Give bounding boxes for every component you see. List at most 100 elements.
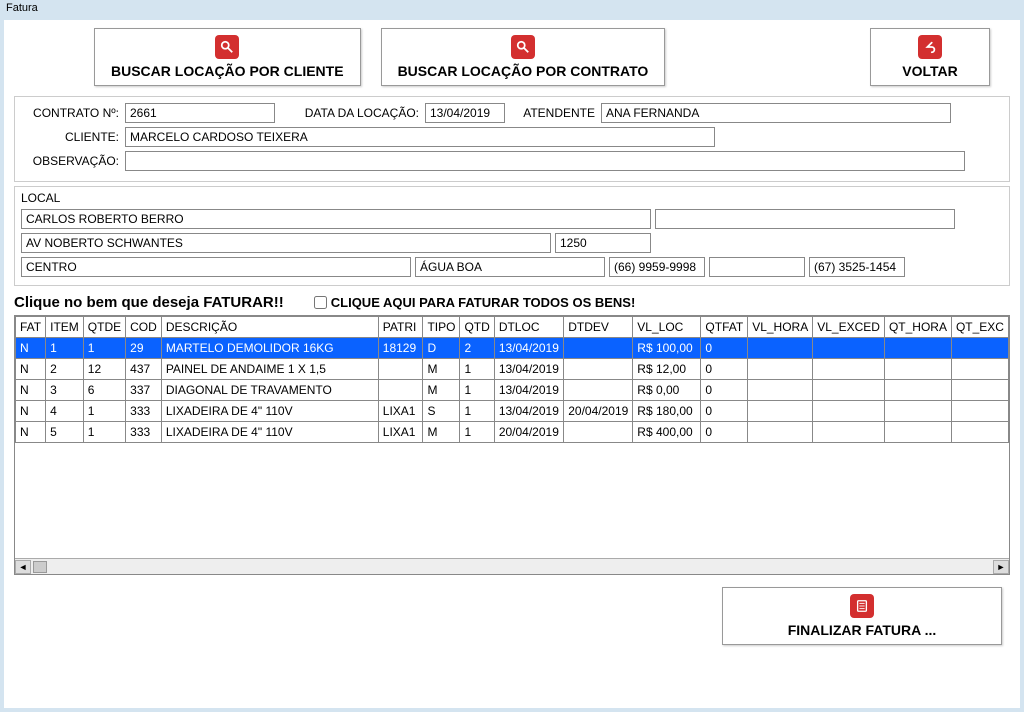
cell-dtdev: [564, 380, 633, 401]
cliente-label: CLIENTE:: [23, 130, 119, 144]
cell-item: 2: [46, 359, 84, 380]
cell-fat: N: [16, 338, 46, 359]
col-qthora[interactable]: QT_HORA: [884, 317, 951, 338]
cliente-input[interactable]: [125, 127, 715, 147]
cell-dtdev: [564, 422, 633, 443]
buscar-por-contrato-button[interactable]: BUSCAR LOCAÇÃO POR CONTRATO: [381, 28, 666, 86]
cell-qtexc: [951, 380, 1008, 401]
faturar-todos-checkbox[interactable]: [314, 296, 327, 309]
table-row[interactable]: N212437PAINEL DE ANDAIME 1 X 1,5M113/04/…: [16, 359, 1009, 380]
cell-vlloc: R$ 12,00: [633, 359, 701, 380]
document-icon: [850, 594, 874, 618]
obs-input[interactable]: [125, 151, 965, 171]
col-vlexced[interactable]: VL_EXCED: [813, 317, 885, 338]
cell-vlexced: [813, 380, 885, 401]
table-row[interactable]: N1129MARTELO DEMOLIDOR 16KG18129D213/04/…: [16, 338, 1009, 359]
cell-item: 4: [46, 401, 84, 422]
cell-dtloc: 13/04/2019: [494, 338, 563, 359]
local-nome-input[interactable]: [21, 209, 651, 229]
scroll-left-icon[interactable]: ◄: [15, 560, 31, 574]
local-extra-input[interactable]: [655, 209, 955, 229]
cell-qtfat: 0: [701, 380, 748, 401]
table-row[interactable]: N36337DIAGONAL DE TRAVAMENTOM113/04/2019…: [16, 380, 1009, 401]
col-desc[interactable]: DESCRIÇÃO: [161, 317, 378, 338]
local-bairro-input[interactable]: [21, 257, 411, 277]
cell-qtexc: [951, 401, 1008, 422]
cell-dtloc: 13/04/2019: [494, 359, 563, 380]
local-cidade-input[interactable]: [415, 257, 605, 277]
cell-dtdev: 20/04/2019: [564, 401, 633, 422]
local-fone2-input[interactable]: [709, 257, 805, 277]
col-dtdev[interactable]: DTDEV: [564, 317, 633, 338]
cell-qtd: 1: [460, 401, 494, 422]
cell-vlexced: [813, 401, 885, 422]
cell-qtde: 1: [83, 422, 125, 443]
table-row[interactable]: N41333LIXADEIRA DE 4" 110VLIXA1S113/04/2…: [16, 401, 1009, 422]
buscar-por-cliente-button[interactable]: BUSCAR LOCAÇÃO POR CLIENTE: [94, 28, 361, 86]
cell-cod: 337: [126, 380, 162, 401]
cell-patri: LIXA1: [378, 422, 423, 443]
cell-desc: PAINEL DE ANDAIME 1 X 1,5: [161, 359, 378, 380]
cell-desc: LIXADEIRA DE 4" 110V: [161, 422, 378, 443]
data-input[interactable]: [425, 103, 505, 123]
cell-vlhora: [748, 359, 813, 380]
cell-dtloc: 20/04/2019: [494, 422, 563, 443]
col-qtfat[interactable]: QTFAT: [701, 317, 748, 338]
cell-qtfat: 0: [701, 401, 748, 422]
col-vlloc[interactable]: VL_LOC: [633, 317, 701, 338]
obs-label: OBSERVAÇÃO:: [23, 154, 119, 168]
local-section: LOCAL: [14, 186, 1010, 286]
cell-vlloc: R$ 100,00: [633, 338, 701, 359]
cell-qthora: [884, 359, 951, 380]
col-vlhora[interactable]: VL_HORA: [748, 317, 813, 338]
items-table[interactable]: FATITEMQTDECODDESCRIÇÃOPATRITIPOQTDDTLOC…: [15, 316, 1009, 443]
cell-vlexced: [813, 422, 885, 443]
atendente-label: ATENDENTE: [515, 106, 595, 120]
col-dtloc[interactable]: DTLOC: [494, 317, 563, 338]
data-label: DATA DA LOCAÇÃO:: [289, 106, 419, 120]
cell-qtd: 1: [460, 359, 494, 380]
cell-vlhora: [748, 401, 813, 422]
col-patri[interactable]: PATRI: [378, 317, 423, 338]
cell-qtexc: [951, 338, 1008, 359]
col-item[interactable]: ITEM: [46, 317, 84, 338]
table-row[interactable]: N51333LIXADEIRA DE 4" 110VLIXA1M120/04/2…: [16, 422, 1009, 443]
cell-tipo: M: [423, 359, 460, 380]
button-label: FINALIZAR FATURA ...: [788, 622, 937, 638]
checkbox-label: CLIQUE AQUI PARA FATURAR TODOS OS BENS!: [331, 295, 636, 310]
cell-qtexc: [951, 422, 1008, 443]
col-qtexc[interactable]: QT_EXC: [951, 317, 1008, 338]
local-fone3-input[interactable]: [809, 257, 905, 277]
finalizar-fatura-button[interactable]: FINALIZAR FATURA ...: [722, 587, 1002, 645]
instruction-row: Clique no bem que deseja FATURAR!! CLIQU…: [14, 294, 1010, 311]
cell-dtdev: [564, 338, 633, 359]
cell-vlloc: R$ 400,00: [633, 422, 701, 443]
search-icon: [511, 35, 535, 59]
local-fone1-input[interactable]: [609, 257, 705, 277]
window-title: Fatura: [0, 0, 1024, 16]
col-qtd[interactable]: QTD: [460, 317, 494, 338]
cell-tipo: D: [423, 338, 460, 359]
cell-patri: [378, 359, 423, 380]
cell-desc: DIAGONAL DE TRAVAMENTO: [161, 380, 378, 401]
col-qtde[interactable]: QTDE: [83, 317, 125, 338]
cell-qtexc: [951, 359, 1008, 380]
cell-cod: 29: [126, 338, 162, 359]
cell-patri: [378, 380, 423, 401]
cell-tipo: M: [423, 380, 460, 401]
local-num-input[interactable]: [555, 233, 651, 253]
cell-qtd: 2: [460, 338, 494, 359]
scroll-right-icon[interactable]: ►: [993, 560, 1009, 574]
col-cod[interactable]: COD: [126, 317, 162, 338]
scroll-thumb[interactable]: [33, 561, 47, 573]
cell-dtdev: [564, 359, 633, 380]
voltar-button[interactable]: VOLTAR: [870, 28, 990, 86]
col-fat[interactable]: FAT: [16, 317, 46, 338]
back-icon: [918, 35, 942, 59]
atendente-input[interactable]: [601, 103, 951, 123]
col-tipo[interactable]: TIPO: [423, 317, 460, 338]
cell-item: 1: [46, 338, 84, 359]
local-rua-input[interactable]: [21, 233, 551, 253]
contrato-input[interactable]: [125, 103, 275, 123]
horizontal-scrollbar[interactable]: ◄ ►: [15, 558, 1009, 574]
